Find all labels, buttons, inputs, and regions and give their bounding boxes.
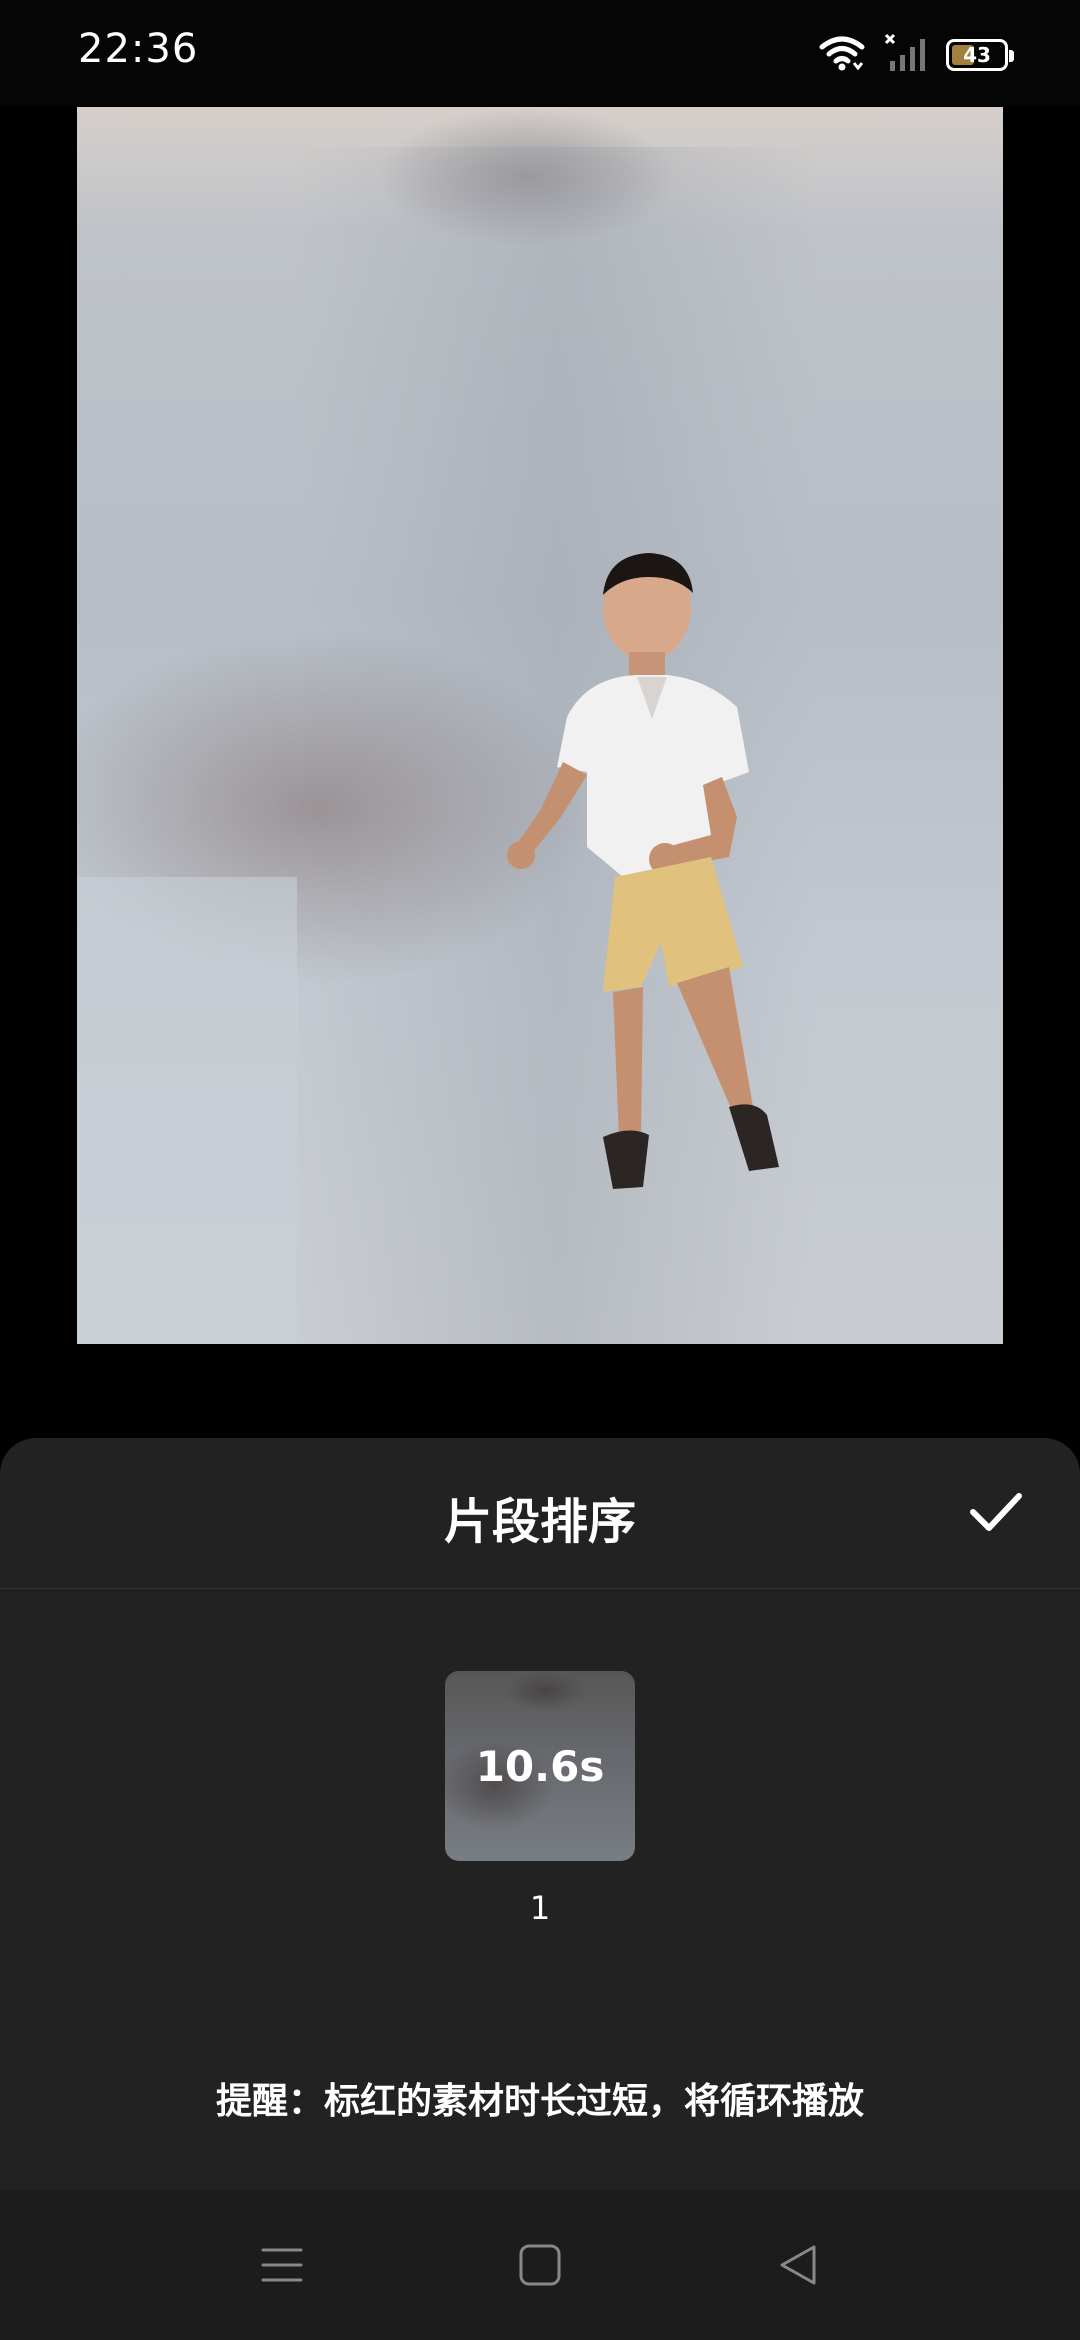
dancing-person-figure <box>507 553 779 1189</box>
back-button[interactable] <box>768 2240 828 2290</box>
clip-duration: 10.6s <box>475 1741 605 1791</box>
back-icon <box>780 2245 816 2285</box>
panel-title: 片段排序 <box>443 1494 636 1550</box>
no-signal-icon <box>884 33 928 77</box>
check-icon <box>970 1493 1022 1531</box>
clip-thumbnail[interactable]: 10.6s <box>445 1671 635 1861</box>
panel-header: 片段排序 <box>0 1438 1080 1589</box>
menu-button[interactable] <box>252 2240 312 2290</box>
status-bar: 22:36 43 <box>0 0 1080 106</box>
clip-order-panel: 片段排序 10.6s 1 提醒：标红的素材时长过短，将循环播放 <box>0 1438 1080 2190</box>
confirm-button[interactable] <box>964 1484 1028 1540</box>
clip-item[interactable]: 10.6s 1 <box>445 1671 635 1927</box>
menu-icon <box>261 2248 303 2282</box>
home-icon <box>519 2244 561 2286</box>
wifi-icon <box>818 33 866 77</box>
video-preview[interactable] <box>77 107 1003 1344</box>
status-icons: 43 <box>818 30 1014 80</box>
battery-icon: 43 <box>946 39 1014 71</box>
status-time: 22:36 <box>78 26 199 72</box>
reminder-text: 提醒：标红的素材时长过短，将循环播放 <box>215 2081 864 2122</box>
home-button[interactable] <box>510 2240 570 2290</box>
battery-level: 43 <box>963 43 991 67</box>
clip-index: 1 <box>529 1889 551 1927</box>
navigation-bar <box>0 2190 1080 2340</box>
